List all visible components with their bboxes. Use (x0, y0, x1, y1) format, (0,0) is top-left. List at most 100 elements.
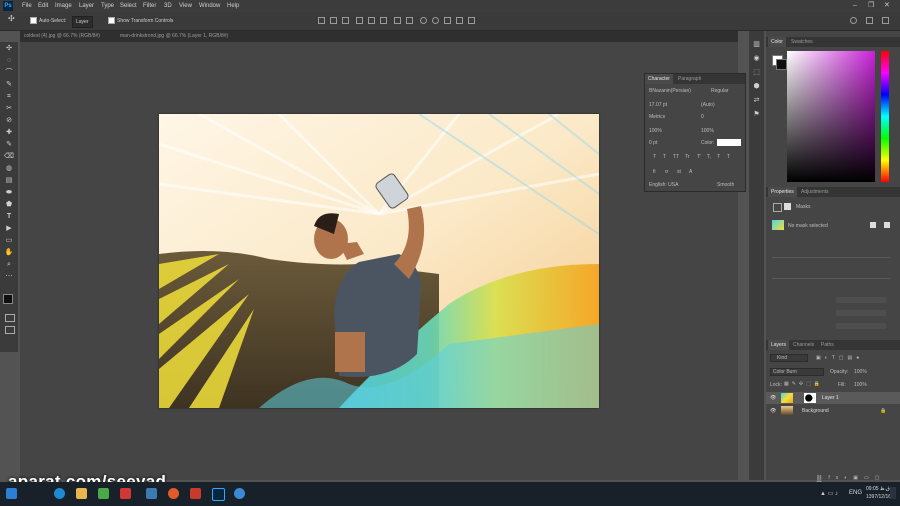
language-indicator[interactable]: ENG (849, 490, 862, 496)
menu-file[interactable]: File (22, 0, 32, 12)
blend-mode-select[interactable]: Color Burn (770, 368, 824, 376)
feather-slider[interactable] (772, 278, 890, 279)
distribute-center-icon[interactable] (406, 17, 413, 24)
slice-tool-icon[interactable]: ✂ (4, 104, 14, 113)
invert-button[interactable] (836, 323, 886, 329)
align-left-icon[interactable] (356, 17, 363, 24)
actions-panel-icon[interactable]: ⬚ (752, 69, 761, 77)
menu-layer[interactable]: Layer (79, 0, 94, 12)
auto-select-checkbox[interactable]: Auto-Select: (30, 16, 66, 26)
opacity-field[interactable]: 100% (854, 369, 867, 375)
style-button[interactable]: Tr (685, 154, 690, 160)
eraser-tool-icon[interactable]: ⌫ (4, 152, 14, 161)
lock-icons[interactable]: ▦✎✣⬚🔒 (784, 381, 824, 388)
menu-window[interactable]: Window (199, 0, 220, 12)
layer-name[interactable]: Background (802, 408, 829, 414)
style-button[interactable]: T (653, 154, 656, 160)
clock-time[interactable]: 09:05 ق.ظ (866, 486, 890, 492)
notification-icon[interactable] (890, 487, 896, 499)
type-tool-icon[interactable]: T (4, 212, 14, 221)
layer-kind-filter[interactable]: Kind (770, 354, 808, 362)
hue-slider[interactable] (881, 51, 889, 182)
layer-name[interactable]: Layer 1 (822, 395, 839, 401)
add-mask-icon[interactable] (884, 222, 890, 228)
app-icon[interactable] (120, 488, 131, 499)
crop-tool-icon[interactable]: ⌗ (4, 92, 14, 101)
healing-tool-icon[interactable]: ✚ (4, 128, 14, 137)
opentype-ordinal-icon[interactable]: ơ (665, 169, 668, 175)
vertical-scale-field[interactable]: 100% (649, 128, 662, 134)
marquee-tool-icon[interactable]: ◌ (4, 56, 14, 65)
anti-alias-select[interactable]: Smooth (717, 182, 734, 188)
visibility-eye-icon[interactable]: 👁 (770, 408, 776, 414)
menu-edit[interactable]: Edit (38, 0, 48, 12)
brush-panel-icon[interactable]: ⬢ (752, 83, 761, 91)
menu-select[interactable]: Select (120, 0, 137, 12)
opentype-stylistic-icon[interactable]: A (689, 169, 692, 175)
style-button[interactable]: T (663, 154, 666, 160)
distribute-top-icon[interactable] (394, 17, 401, 24)
density-slider[interactable] (772, 257, 890, 258)
layer-row-layer-1[interactable]: 👁 Layer 1 (766, 392, 900, 404)
pen-tool-icon[interactable]: ⬟ (4, 200, 14, 209)
zoom-tool-icon[interactable]: ⌕ (4, 260, 14, 269)
align-top-icon[interactable] (318, 17, 325, 24)
3d-pan-icon[interactable] (444, 17, 451, 24)
document-image[interactable] (159, 114, 599, 408)
brush-tool-icon[interactable]: ✎ (4, 140, 14, 149)
tab-properties[interactable]: Properties (768, 187, 797, 197)
menu-view[interactable]: View (179, 0, 192, 12)
layer-row-background[interactable]: 👁 Background 🔒 (766, 405, 900, 417)
move-tool-icon[interactable]: ✣ (8, 14, 15, 24)
eyedropper-tool-icon[interactable]: ⊘ (4, 116, 14, 125)
style-button[interactable]: T, (707, 154, 711, 160)
edge-browser-icon[interactable] (54, 488, 65, 499)
3d-slide-icon[interactable] (456, 17, 463, 24)
menu-help[interactable]: Help (227, 0, 239, 12)
style-button[interactable]: T (717, 154, 720, 160)
font-size-field[interactable]: 17.07 pt (649, 102, 667, 108)
align-center-icon[interactable] (368, 17, 375, 24)
file-explorer-icon[interactable] (76, 488, 87, 499)
opentype-swash-icon[interactable]: st (677, 169, 681, 175)
move-tool-icon[interactable]: ✣ (4, 44, 14, 53)
windows-start-icon[interactable] (6, 488, 17, 499)
tab-channels[interactable]: Channels (790, 340, 817, 350)
clock-date[interactable]: 1397/12/16 (866, 494, 891, 500)
navigator-panel-icon[interactable]: ◉ (752, 55, 761, 63)
color-picker-field[interactable] (787, 51, 875, 182)
3d-roll-icon[interactable] (432, 17, 439, 24)
photoshop-taskbar-icon[interactable] (212, 488, 225, 501)
align-right-icon[interactable] (380, 17, 387, 24)
color-foreground-swatch[interactable] (776, 59, 787, 70)
apply-mask-icon[interactable] (870, 222, 876, 228)
history-panel-icon[interactable]: ▥ (752, 41, 761, 49)
tab-document-1[interactable]: coldest (4).jpg @ 66.7% (RGB/8#) (20, 31, 104, 42)
language-select[interactable]: English: USA (649, 182, 678, 188)
tab-adjustments[interactable]: Adjustments (798, 187, 832, 197)
media-player-icon[interactable] (234, 488, 245, 499)
app-icon[interactable] (146, 488, 157, 499)
menu-filter[interactable]: Filter (143, 0, 156, 12)
tab-paths[interactable]: Paths (818, 340, 837, 350)
clone-source-panel-icon[interactable]: ⇄ (752, 97, 761, 105)
kerning-field[interactable]: Metrics (649, 114, 665, 120)
pixel-mask-icon[interactable] (773, 203, 782, 212)
tab-document-2[interactable]: man-drinkstrond.jpg @ 66.7% (Layer 1, RG… (116, 31, 232, 42)
share-icon[interactable] (882, 17, 889, 24)
vector-mask-icon[interactable] (784, 203, 791, 210)
workspace-icon[interactable] (866, 17, 873, 24)
layer-filter-icons[interactable]: ▣◐T▢▤● (816, 355, 886, 361)
style-button[interactable]: T (727, 154, 730, 160)
auto-select-dropdown[interactable]: Layer (72, 16, 93, 28)
store-icon[interactable] (98, 488, 109, 499)
text-color-swatch[interactable] (717, 139, 741, 146)
app-icon[interactable] (190, 488, 201, 499)
tab-color[interactable]: Color (768, 37, 786, 47)
hand-tool-icon[interactable]: ✋ (4, 248, 14, 257)
tab-layers[interactable]: Layers (768, 340, 790, 350)
style-button[interactable]: T' (697, 154, 701, 160)
horizontal-scale-field[interactable]: 100% (701, 128, 714, 134)
close-button[interactable]: ✕ (884, 0, 890, 12)
path-select-tool-icon[interactable]: ▶ (4, 224, 14, 233)
